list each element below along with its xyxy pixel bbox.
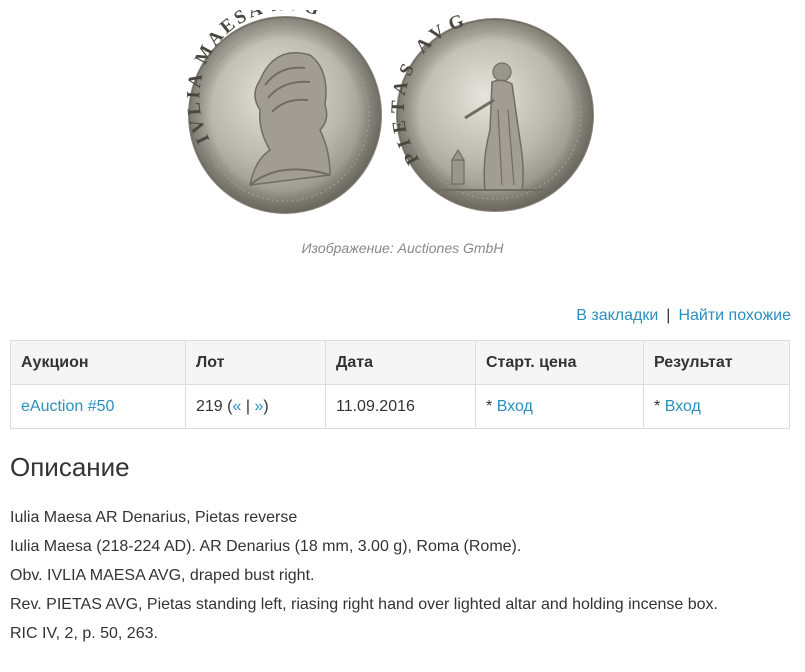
lot-number: 219	[196, 397, 223, 415]
bookmark-link[interactable]: В закладки	[576, 307, 658, 324]
coin-image: IVLIA MAESA AVG PIETAS AVG	[183, 10, 594, 214]
description-heading: Описание	[10, 452, 130, 482]
auction-table: Аукцион Лот Дата Старт. цена Результат e…	[10, 340, 790, 429]
header-auction: Аукцион	[10, 340, 186, 385]
header-start-price: Старт. цена	[475, 340, 644, 385]
lot-actions: В закладки | Найти похожие	[576, 307, 791, 325]
prev-lot-link[interactable]: «	[232, 398, 241, 415]
header-lot: Лот	[185, 340, 326, 385]
description-line: Rev. PIETAS AVG, Pietas standing left, r…	[10, 596, 718, 613]
start-price-login-link[interactable]: Вход	[497, 398, 533, 415]
find-similar-link[interactable]: Найти похожие	[678, 307, 791, 324]
header-date: Дата	[325, 340, 476, 385]
cell-result: * Вход	[643, 384, 790, 429]
description-line: Obv. IVLIA MAESA AVG, draped bust right.	[10, 567, 315, 584]
auction-link[interactable]: eAuction #50	[21, 398, 114, 415]
cell-lot: 219 (« | »)	[185, 384, 326, 429]
header-result: Результат	[643, 340, 790, 385]
image-caption: Изображение: Auctiones GmbH	[301, 240, 504, 256]
coin-obverse: IVLIA MAESA AVG	[183, 10, 382, 214]
cell-date: 11.09.2016	[325, 384, 476, 429]
coin-reverse: PIETAS AVG	[388, 10, 594, 212]
description-line: Iulia Maesa (218-224 AD). AR Denarius (1…	[10, 538, 522, 555]
table-row: eAuction #50 219 (« | ») 11.09.2016 * Вх…	[10, 384, 790, 429]
description-line: RIC IV, 2, p. 50, 263.	[10, 625, 158, 642]
lot-paren-close: )	[263, 397, 269, 415]
description-line: Iulia Maesa AR Denarius, Pietas reverse	[10, 509, 298, 526]
lot-nav-separator: |	[245, 397, 250, 415]
cell-auction: eAuction #50	[10, 384, 186, 429]
start-price-asterisk: *	[486, 397, 493, 415]
table-header-row: Аукцион Лот Дата Старт. цена Результат	[10, 340, 790, 385]
description-body: Iulia Maesa AR Denarius, Pietas reverse …	[10, 503, 790, 648]
result-login-link[interactable]: Вход	[665, 398, 701, 415]
result-asterisk: *	[654, 397, 661, 415]
actions-separator: |	[666, 307, 671, 324]
cell-start-price: * Вход	[475, 384, 644, 429]
